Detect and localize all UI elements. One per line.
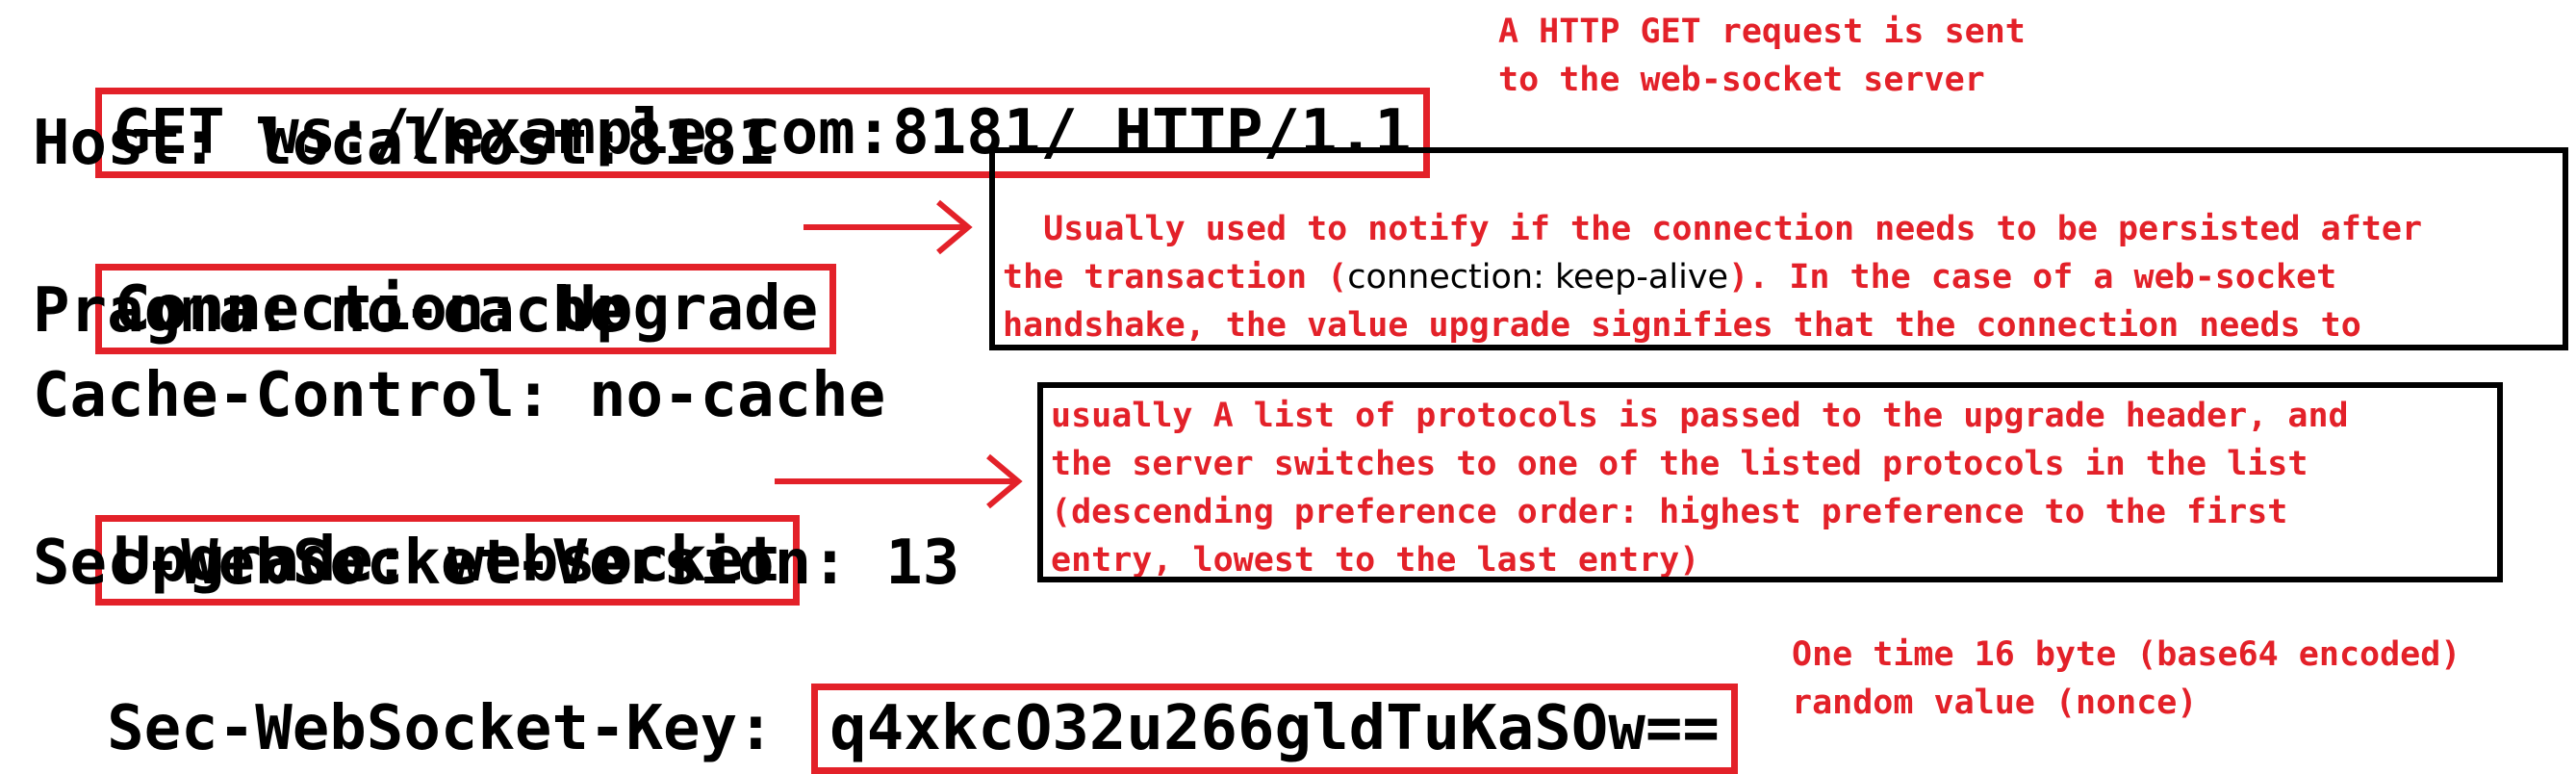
connection-arrow: [803, 199, 973, 255]
arrows-layer: [775, 199, 1023, 509]
upgrade-arrow: [775, 453, 1023, 509]
